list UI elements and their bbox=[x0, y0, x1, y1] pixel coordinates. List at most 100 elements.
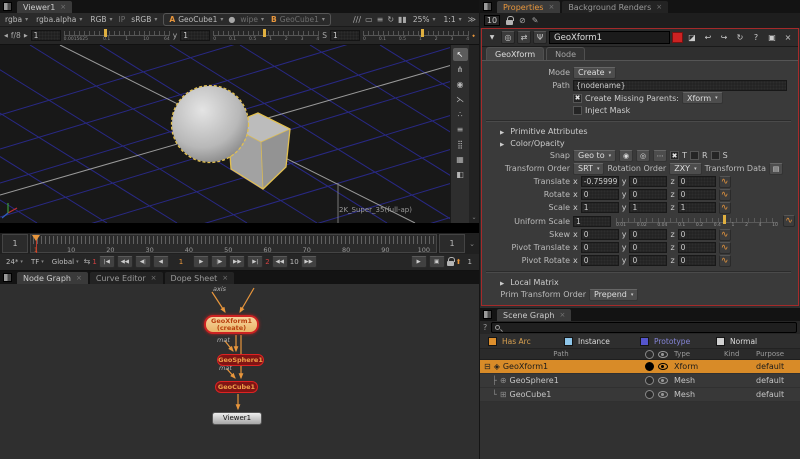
viewer-process-dropdown[interactable]: sRGB bbox=[129, 14, 159, 26]
monitor-out-icon[interactable]: ▭ bbox=[365, 14, 373, 26]
play-button[interactable]: ▶ bbox=[193, 256, 209, 268]
rotation-order-dropdown[interactable]: ZXY bbox=[669, 163, 701, 175]
ip-toggle[interactable]: IP bbox=[119, 15, 126, 24]
close-icon[interactable]: × bbox=[76, 274, 82, 282]
tab-curve-editor[interactable]: Curve Editor × bbox=[90, 272, 163, 284]
tab-dope-sheet[interactable]: Dope Sheet × bbox=[165, 272, 235, 284]
nodegraph-canvas[interactable]: axis mat mat GeoXform1 (create) GeoSpher… bbox=[0, 284, 479, 459]
fullscreen-button[interactable]: ▣ bbox=[429, 256, 445, 268]
lock-panels-icon[interactable] bbox=[506, 20, 513, 25]
pane-menu-icon[interactable] bbox=[3, 273, 12, 282]
node-name-field[interactable]: GeoXform1 bbox=[549, 31, 670, 44]
pivot-rotate-x-field[interactable]: 0 bbox=[581, 255, 619, 266]
snap-t-checkbox[interactable]: ✖ bbox=[670, 151, 679, 160]
in-frame-label[interactable]: 1 bbox=[92, 258, 96, 266]
active-state-icon[interactable] bbox=[645, 362, 654, 371]
collapse-chevron-icon[interactable]: ⌄ bbox=[471, 214, 476, 221]
translate-y-field[interactable]: 0 bbox=[629, 176, 667, 187]
display-list-icon[interactable]: ≡ bbox=[453, 123, 468, 136]
scale-tool-icon[interactable]: ⋋ bbox=[453, 93, 468, 106]
step-forward-button[interactable]: |▶ bbox=[211, 256, 227, 268]
tab-properties[interactable]: Properties × bbox=[497, 1, 560, 13]
node-halfcolor-icon[interactable]: ◪ bbox=[685, 31, 699, 44]
local-matrix-group[interactable]: Local Matrix bbox=[500, 278, 559, 287]
rotate-y-field[interactable]: 0 bbox=[629, 189, 667, 200]
pane-menu-icon[interactable] bbox=[3, 2, 12, 11]
scenegraph-row-geocube1[interactable]: └ ⊞ GeoCube1 Mesh default bbox=[480, 388, 800, 402]
rotate-x-field[interactable]: 0 bbox=[581, 189, 619, 200]
input-a-dropdown[interactable]: AGeoCube1 bbox=[167, 14, 225, 26]
gizmo-icon[interactable]: ⬩ bbox=[472, 30, 475, 42]
gamma-field[interactable]: 1 bbox=[180, 30, 210, 41]
pause-icon[interactable]: ▮▮ bbox=[398, 14, 407, 26]
transform-order-dropdown[interactable]: SRT bbox=[573, 163, 604, 175]
fstop-label[interactable]: f/8 bbox=[11, 31, 21, 40]
tab-background-renders[interactable]: Background Renders × bbox=[562, 1, 668, 13]
node-swap-icon[interactable]: ⇄ bbox=[517, 31, 531, 44]
fps-dropdown[interactable]: 24* bbox=[3, 256, 26, 268]
node-geocube1[interactable]: GeoCube1 bbox=[215, 381, 258, 393]
saturation-field[interactable]: 1 bbox=[330, 30, 360, 41]
scenegraph-search-input[interactable] bbox=[491, 322, 797, 333]
scale-z-field[interactable]: 1 bbox=[678, 202, 716, 213]
current-frame-label[interactable]: 1 bbox=[179, 258, 183, 266]
timeline-options-icon[interactable]: ⌄ bbox=[467, 234, 477, 253]
node-color-swatch[interactable] bbox=[672, 32, 683, 43]
translate-animation-button[interactable]: ∿ bbox=[719, 176, 731, 188]
translate-x-field[interactable]: -0.75999999 bbox=[581, 176, 619, 187]
goto-end-button[interactable]: ▶| bbox=[247, 256, 263, 268]
proxy-dropdown[interactable]: 1:1 bbox=[442, 14, 464, 26]
skew-animation-button[interactable]: ∿ bbox=[719, 229, 731, 241]
visibility-icon[interactable] bbox=[658, 377, 668, 384]
snap-more-button[interactable]: ⋯ bbox=[653, 150, 667, 162]
tab-geoxform[interactable]: GeoXform bbox=[486, 47, 544, 60]
zoom-dropdown[interactable]: 25% bbox=[411, 14, 438, 26]
color-opacity-group[interactable]: Color/Opacity bbox=[500, 139, 565, 148]
select-tool-icon[interactable]: ↖ bbox=[453, 48, 468, 61]
gamma-slider[interactable]: 00.10.51234 bbox=[213, 29, 319, 43]
snap-geo-icon[interactable]: ◉ bbox=[619, 150, 633, 162]
skew-z-field[interactable]: 0 bbox=[678, 229, 716, 240]
snap-s-checkbox[interactable] bbox=[711, 151, 720, 160]
transform-data-button[interactable]: ▤ bbox=[769, 163, 783, 175]
input-b-dropdown[interactable]: BGeoCube1 bbox=[269, 14, 327, 26]
primitive-attributes-group[interactable]: Primitive Attributes bbox=[500, 127, 588, 136]
tf-dropdown[interactable]: TF bbox=[28, 256, 47, 268]
node-clock-icon[interactable]: ◎ bbox=[501, 31, 515, 44]
range-mode-dropdown[interactable]: Global bbox=[49, 256, 82, 268]
rotate-animation-button[interactable]: ∿ bbox=[719, 189, 731, 201]
pane-menu-icon[interactable] bbox=[483, 2, 492, 11]
node-viewer1[interactable]: Viewer1 bbox=[212, 412, 262, 425]
close-icon[interactable]: × bbox=[60, 3, 66, 11]
pivot-translate-y-field[interactable]: 0 bbox=[629, 242, 667, 253]
roi-icon[interactable]: ∕∕∕ bbox=[353, 14, 361, 26]
snap-settings-icon[interactable]: ◎ bbox=[636, 150, 650, 162]
timeline-track[interactable]: 1 10 20 30 40 50 60 70 80 90 100 bbox=[30, 234, 437, 253]
close-icon[interactable]: × bbox=[559, 311, 565, 319]
close-icon[interactable]: × bbox=[151, 274, 157, 282]
redo-icon[interactable]: ↪ bbox=[717, 31, 731, 44]
pivot-tool-icon[interactable]: ∴ bbox=[453, 108, 468, 121]
revert-icon[interactable]: ↻ bbox=[733, 31, 747, 44]
goto-start-button[interactable]: |◀ bbox=[99, 256, 115, 268]
float-panel-icon[interactable]: ▣ bbox=[765, 31, 779, 44]
scale-animation-button[interactable]: ∿ bbox=[719, 202, 731, 214]
close-panel-icon[interactable]: × bbox=[781, 31, 795, 44]
play-backward-button[interactable]: ◀ bbox=[153, 256, 169, 268]
scenegraph-empty-area[interactable] bbox=[480, 402, 800, 459]
skew-y-field[interactable]: 0 bbox=[629, 229, 667, 240]
active-state-icon[interactable] bbox=[645, 390, 654, 399]
close-icon[interactable]: × bbox=[222, 274, 228, 282]
visibility-icon[interactable] bbox=[658, 351, 668, 358]
no-postage-stamp-icon[interactable]: ⊘ bbox=[519, 15, 526, 27]
wipe-center-icon[interactable]: ● bbox=[228, 14, 235, 26]
lock-range-icon[interactable] bbox=[447, 261, 454, 266]
wipe-mode-dropdown[interactable]: wipe bbox=[238, 14, 266, 26]
max-panels-field[interactable]: 10 bbox=[484, 15, 500, 26]
alpha-layer-dropdown[interactable]: rgba.alpha bbox=[34, 14, 84, 26]
inject-mask-checkbox[interactable] bbox=[573, 106, 582, 115]
pivot-rotate-y-field[interactable]: 0 bbox=[629, 255, 667, 266]
toolbar-overflow-icon[interactable]: ≫ bbox=[468, 14, 476, 26]
expander-icon[interactable]: ⊟ bbox=[484, 362, 491, 371]
saturation-label[interactable]: S bbox=[322, 31, 327, 40]
